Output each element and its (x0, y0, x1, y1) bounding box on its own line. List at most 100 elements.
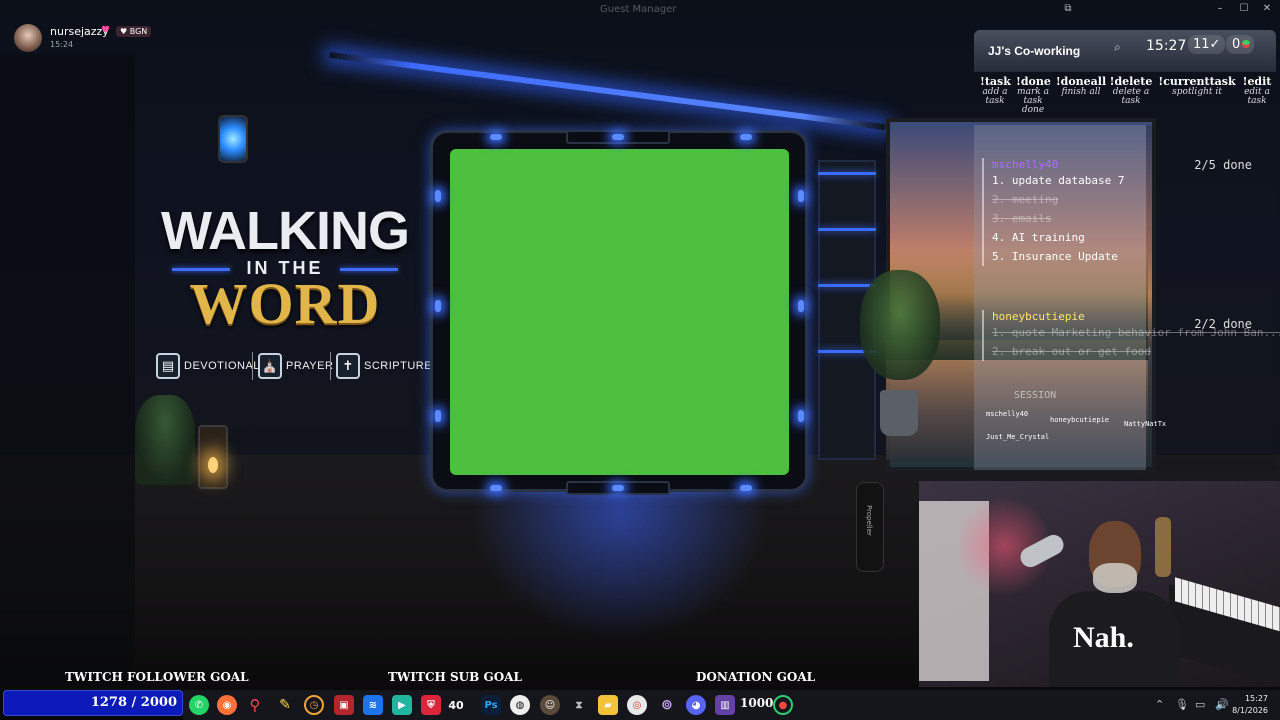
microphone-icon[interactable]: 🎙 (1175, 698, 1189, 711)
sky-app-icon[interactable]: ≋ (363, 695, 383, 715)
streaming-app-icon[interactable]: 40 (446, 695, 466, 715)
logo-item-scripture: ✝ SCRIPTURE (336, 350, 432, 382)
command-edit: !edit edit a task (1240, 75, 1274, 106)
pot-right (880, 390, 918, 436)
maximize-icon[interactable]: ☐ (1236, 3, 1252, 17)
frame-led (490, 485, 502, 491)
task-item: 2. meeting (992, 193, 1059, 206)
shelf-light (818, 284, 876, 287)
command-desc: spotlight it (1172, 87, 1222, 97)
avatar[interactable] (14, 24, 42, 52)
hanging-lantern (212, 95, 250, 175)
floor-lantern (198, 425, 228, 489)
logo-item-label: DEVOTIONALS (184, 360, 268, 372)
session-label: SESSION (1014, 390, 1057, 401)
command-desc: edit a task (1244, 87, 1270, 106)
follower-goal-bar: 1278 / 2000 (3, 690, 183, 716)
logo-separator (330, 352, 331, 380)
session-user: Just_Me_Crystal (986, 433, 1050, 441)
photoshop-icon[interactable]: Ps (481, 695, 501, 715)
command-done: !done mark a task done (1016, 75, 1051, 115)
command-task: !task add a task (980, 75, 1011, 106)
pencil-icon[interactable]: ✎ (275, 695, 295, 715)
task-progress: 2/2 done (1194, 317, 1252, 331)
streamer-beard (1093, 563, 1137, 593)
tomato-icon (1242, 40, 1250, 48)
frame-led (740, 485, 752, 491)
lantern-glass (218, 115, 248, 163)
twitch-icon[interactable]: ▥ (715, 695, 735, 715)
donation-goal-value: 1000 (740, 696, 774, 710)
record-icon[interactable]: ● (773, 695, 793, 715)
task-user-name: mschelly40 (992, 158, 1059, 171)
command-desc: add a task (982, 87, 1008, 106)
donation-goal-label: DONATION GOAL (696, 670, 816, 684)
shield-app-icon[interactable]: ⛨ (421, 695, 441, 715)
command-desc: delete a task (1112, 87, 1150, 106)
obs-icon[interactable]: ◍ (510, 695, 530, 715)
frame-led (435, 190, 441, 202)
user-name[interactable]: nursejazzy (50, 25, 109, 38)
user-time: 15:24 (50, 40, 74, 49)
follower-goal-value: 1278 / 2000 (90, 695, 177, 710)
frame-led (435, 300, 441, 312)
sub-goal-label: TWITCH SUB GOAL (388, 670, 522, 684)
clock-date: 8/1/2026 (1232, 706, 1268, 715)
command-bar: !task add a task !done mark a task done … (974, 75, 1276, 123)
close-icon[interactable]: ✕ (1259, 3, 1275, 17)
completed-count-badge: 11✓ (1188, 35, 1226, 54)
green-screen (450, 149, 789, 475)
logo-line-walking: WALKING (161, 201, 410, 261)
bottle-label: Propeller (865, 505, 873, 536)
avatar-app-icon[interactable]: ☺ (540, 695, 560, 715)
task-item: 1. update database 7 (992, 174, 1125, 187)
frame-led (798, 190, 804, 202)
bible-icon: ✝ (336, 353, 360, 379)
plant-right (860, 270, 940, 380)
firefox-icon[interactable]: ◉ (217, 695, 237, 715)
photoshop-label: Ps (484, 699, 498, 711)
clock-time: 15:27 (1244, 694, 1268, 703)
shelf-light (818, 228, 876, 231)
streamer: Nah. (1049, 521, 1179, 687)
logo-line-word: WORD (189, 271, 381, 336)
share-icon[interactable]: ⧉ (1060, 3, 1076, 17)
chrome-icon[interactable]: ◎ (627, 695, 647, 715)
task-item: 4. AI training (992, 231, 1085, 244)
task-progress: 2/5 done (1194, 158, 1252, 172)
logo-item-label: SCRIPTURE (364, 360, 433, 372)
video-app-icon[interactable]: ▶ (392, 695, 412, 715)
files-icon[interactable]: ▰ (598, 695, 618, 715)
discord-icon[interactable]: ◕ (686, 695, 706, 715)
frame-led (798, 410, 804, 422)
coworking-clock: 15:27 (1146, 38, 1187, 54)
network-icon[interactable]: ▭ (1195, 698, 1205, 711)
coworking-title: JJ's Co-working (988, 44, 1081, 58)
follower-goal-label: TWITCH FOLLOWER GOAL (65, 670, 249, 684)
search-icon[interactable]: ⚲ (245, 695, 265, 715)
user-task-block: mschelly40 1. update database 7 2. meeti… (982, 158, 1124, 266)
fingerprint-icon[interactable]: ⊚ (657, 695, 677, 715)
search-icon[interactable]: ⌕ (1114, 40, 1121, 55)
task-item: 3. emails (992, 212, 1052, 225)
underlying-app-sidebar (0, 55, 135, 685)
system-clock[interactable]: 15:27 8/1/2026 (1232, 693, 1268, 717)
logo-separator (252, 352, 253, 380)
book-icon: ▤ (156, 353, 180, 379)
whatsapp-icon[interactable]: ✆ (189, 695, 209, 715)
volume-icon[interactable]: 🔊 (1215, 698, 1229, 711)
minimize-icon[interactable]: – (1212, 3, 1228, 17)
task-item: 2. break out or get food (992, 345, 1151, 358)
command-desc: mark a task done (1017, 87, 1049, 115)
candle-flame (208, 457, 218, 473)
red-app-icon[interactable]: ▣ (334, 695, 354, 715)
clock-app-icon[interactable]: ◷ (304, 695, 324, 715)
logo-item-label: PRAYER (286, 360, 334, 372)
frame-led (490, 134, 502, 140)
chevron-up-icon[interactable]: ⌃ (1155, 698, 1164, 711)
cut-app-icon[interactable]: ⧗ (569, 695, 589, 715)
tomato-count-badge: 0 (1226, 35, 1255, 54)
frame-led (612, 134, 624, 140)
coworking-task-panel: JJ's Co-working ⌕ 15:27 11✓ 0 !task add … (974, 30, 1280, 470)
frame-led (612, 485, 624, 491)
